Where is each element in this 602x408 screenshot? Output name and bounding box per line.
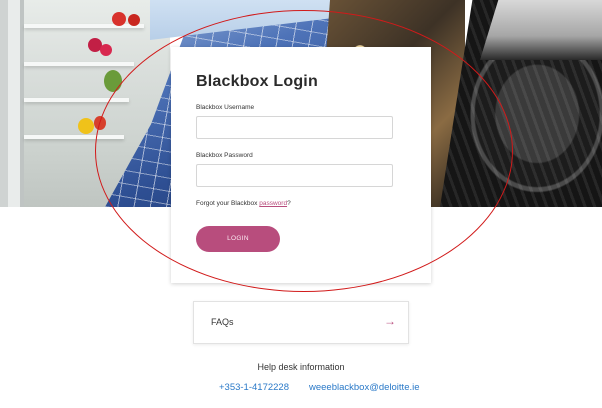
forgot-password-text: Forgot your Blackbox password?	[196, 200, 291, 207]
faq-box[interactable]: FAQs →	[193, 301, 409, 344]
login-card: Blackbox Login Blackbox Username Blackbo…	[171, 47, 431, 283]
forgot-suffix: ?	[287, 200, 291, 207]
help-desk-title: Help desk information	[257, 362, 345, 372]
login-title: Blackbox Login	[196, 73, 318, 90]
username-input[interactable]	[196, 116, 393, 139]
username-label: Blackbox Username	[196, 104, 255, 111]
password-label: Blackbox Password	[196, 152, 253, 159]
login-button[interactable]: LOGIN	[196, 226, 280, 252]
forgot-password-link[interactable]: password	[259, 200, 287, 207]
forgot-prefix: Forgot your Blackbox	[196, 200, 260, 207]
tyre-stack-image	[480, 0, 602, 60]
faq-label: FAQs	[211, 317, 234, 327]
arrow-right-icon: →	[384, 314, 396, 328]
help-email-link[interactable]: weeeblackbox@deloitte.ie	[309, 382, 420, 393]
help-phone-link[interactable]: +353-1-4172228	[219, 382, 289, 393]
password-input[interactable]	[196, 164, 393, 187]
